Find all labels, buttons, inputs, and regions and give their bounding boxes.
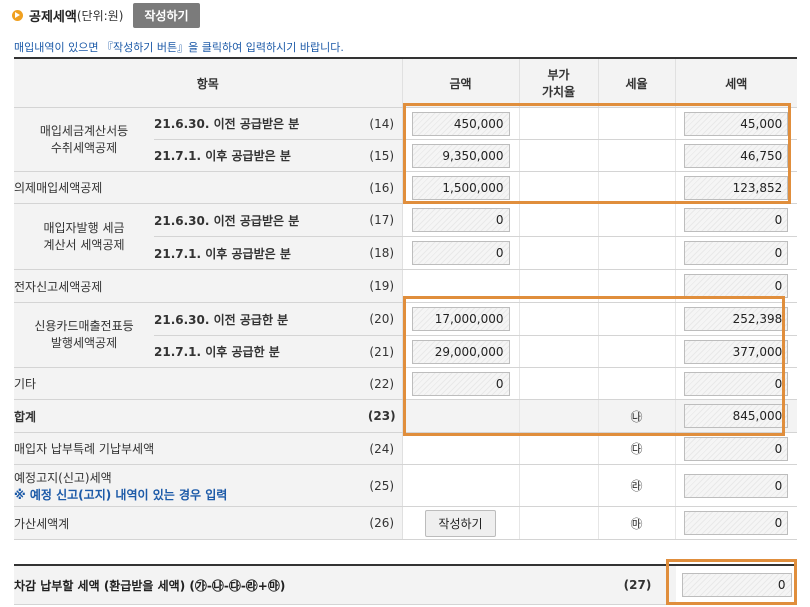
circle-mark: ㉲ (630, 516, 643, 531)
group-buyer-issued-invoice: 매입자발행 세금 계산서 세액공제 (14, 203, 154, 270)
table-row: 예정고지(신고)세액 ※ 예정 신고(고지) 내역이 있는 경우 입력 (25)… (14, 464, 797, 507)
row-number: (21) (362, 335, 403, 368)
row-number: (25) (362, 464, 403, 507)
orange-bullet-icon (12, 9, 23, 21)
tax-field-16[interactable]: 123,852 (684, 175, 789, 200)
circle-mark: ㉱ (630, 479, 643, 493)
amount-field-16[interactable]: 1,500,000 (411, 175, 510, 200)
row-number: (18) (362, 236, 403, 270)
row-number: (19) (362, 269, 403, 303)
row-label: 전자신고세액공제 (14, 269, 362, 303)
sub-label: 21.7.1. 이후 공급받은 분 (154, 236, 362, 270)
tax-field-22[interactable]: 0 (684, 371, 789, 396)
amount-field-21[interactable]: 29,000,000 (411, 339, 510, 364)
amount-field-22[interactable]: 0 (411, 371, 510, 396)
group-purchase-invoice: 매입세금계산서등 수취세액공제 (14, 107, 154, 172)
row-number: (17) (362, 203, 403, 237)
vat-rate-line2: 가치율 (541, 85, 576, 99)
table-row: 합계 (23) ㉯ 845,000 (14, 399, 797, 433)
col-header-tax: 세액 (675, 57, 797, 108)
table-row: 기타 (22) 0 0 (14, 367, 797, 400)
net-payable-table: 차감 납부할 세액 (환급받을 세액) (㉮-㉯-㉰-㉱+㉲) (27) 0 (14, 564, 797, 605)
section-header: 공제세액 (단위:원) 작성하기 (12, 2, 200, 28)
table-row: 가산세액계 (26) 작성하기 ㉲ 0 (14, 506, 797, 540)
amount-field-20[interactable]: 17,000,000 (411, 307, 510, 331)
tax-field-24[interactable]: 0 (684, 436, 789, 461)
row-number: (22) (362, 367, 403, 400)
table-row: 신용카드매출전표등 발행세액공제 21.6.30. 이전 공급한 분 (20) … (14, 302, 797, 368)
row-number: (23) (362, 399, 403, 433)
row-label: 예정고지(신고)세액 (14, 470, 112, 485)
sub-label: 21.6.30. 이전 공급받은 분 (154, 107, 362, 140)
net-payable-field[interactable]: 0 (681, 573, 792, 597)
row-label: 합계 (14, 399, 362, 433)
notice-text: 매입내역이 있으면 『작성하기 버튼』을 클릭하여 입력하시기 바랍니다. (14, 41, 344, 54)
col-header-vat-rate: 부가 가치율 (519, 57, 599, 108)
amount-field-18[interactable]: 0 (411, 241, 510, 265)
row-label: 매입자 납부특례 기납부세액 (14, 432, 362, 465)
unit-label: (단위:원) (76, 8, 124, 23)
tax-field-17[interactable]: 0 (684, 208, 789, 232)
amount-field-14[interactable]: 450,000 (411, 111, 510, 136)
row-note: ※ 예정 신고(고지) 내역이 있는 경우 입력 (14, 487, 228, 502)
tax-field-18[interactable]: 0 (684, 241, 789, 265)
net-payable-label: 차감 납부할 세액 (환급받을 세액) (㉮-㉯-㉰-㉱+㉲) (14, 564, 599, 605)
table-row: 매입자 납부특례 기납부세액 (24) ㉰ 0 (14, 432, 797, 465)
row-number: (24) (362, 432, 403, 465)
tax-field-14[interactable]: 45,000 (684, 111, 789, 136)
group-line2: 계산서 세액공제 (43, 237, 125, 252)
write-button-top[interactable]: 작성하기 (133, 2, 200, 28)
row-number: (14) (362, 107, 403, 140)
tax-field-23[interactable]: 845,000 (684, 404, 789, 428)
row-number: (26) (362, 506, 403, 540)
table-row: 매입세금계산서등 수취세액공제 21.6.30. 이전 공급받은 분 (14) … (14, 107, 797, 172)
amount-field-17[interactable]: 0 (411, 208, 510, 232)
group-line1: 신용카드매출전표등 (34, 319, 134, 333)
row-label: 의제매입세액공제 (14, 171, 362, 204)
group-line2: 수취세액공제 (50, 140, 118, 155)
sub-label: 21.7.1. 이후 공급한 분 (154, 335, 362, 368)
vat-rate-line1: 부가 (547, 68, 570, 82)
tax-field-25[interactable]: 0 (684, 473, 789, 498)
sub-label: 21.6.30. 이전 공급한 분 (154, 302, 362, 336)
col-header-rate: 세율 (598, 57, 676, 108)
sub-label: 21.7.1. 이후 공급받은 분 (154, 139, 362, 172)
tax-field-15[interactable]: 46,750 (684, 143, 789, 168)
amount-field-15[interactable]: 9,350,000 (411, 143, 510, 168)
row-label-cell: 예정고지(신고)세액 ※ 예정 신고(고지) 내역이 있는 경우 입력 (14, 464, 362, 507)
penalty-write-button[interactable]: 작성하기 (425, 509, 496, 537)
row-label: 가산세액계 (14, 506, 362, 540)
row-number: (15) (362, 139, 403, 172)
row-number: (27) (599, 564, 676, 605)
circle-mark: ㉰ (630, 442, 643, 456)
row-number: (20) (362, 302, 403, 336)
table-row: 전자신고세액공제 (19) 0 (14, 269, 797, 303)
group-credit-card: 신용카드매출전표등 발행세액공제 (14, 302, 154, 368)
tax-field-19[interactable]: 0 (684, 274, 789, 298)
group-line1: 매입자발행 세금 (43, 220, 125, 235)
group-line2: 발행세액공제 (50, 336, 118, 350)
tax-field-21[interactable]: 377,000 (684, 339, 789, 364)
tax-field-26[interactable]: 0 (684, 511, 789, 535)
col-header-amount: 금액 (402, 57, 520, 108)
sub-label: 21.6.30. 이전 공급받은 분 (154, 203, 362, 237)
circle-mark: ㉯ (630, 409, 643, 424)
section-title: 공제세액 (29, 9, 77, 25)
table-header-row: 항목 금액 부가 가치율 세율 세액 (14, 57, 797, 108)
table-row: 매입자발행 세금 계산서 세액공제 21.6.30. 이전 공급받은 분 (17… (14, 203, 797, 270)
tax-field-20[interactable]: 252,398 (684, 307, 789, 331)
row-label: 기타 (14, 367, 362, 400)
deduction-table: 항목 금액 부가 가치율 세율 세액 매입세금계산서등 수취세액공제 21.6.… (14, 57, 797, 540)
row-number: (16) (362, 171, 403, 204)
group-line1: 매입세금계산서등 (39, 123, 129, 138)
net-payable-row: 차감 납부할 세액 (환급받을 세액) (㉮-㉯-㉰-㉱+㉲) (27) 0 (14, 564, 797, 605)
table-row: 의제매입세액공제 (16) 1,500,000 123,852 (14, 171, 797, 204)
col-header-item: 항목 (14, 57, 403, 108)
